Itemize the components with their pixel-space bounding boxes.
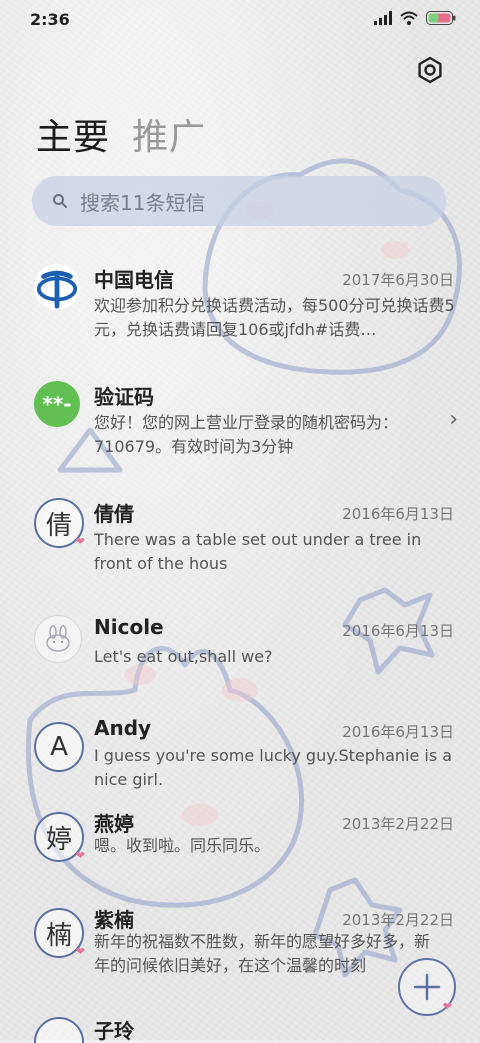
- message-preview: There was a table set out under a tree i…: [94, 530, 422, 573]
- message-date: 2016年6月13日: [342, 622, 454, 640]
- message-date: 2017年6月30日: [342, 271, 454, 289]
- avatar: 婷 ❤: [34, 812, 85, 862]
- avatar-text: A: [50, 732, 68, 762]
- search-bar[interactable]: 搜索11条短信: [32, 176, 446, 226]
- message-preview: 新年的祝福数不胜数，新年的愿望好多好多，新年的问候依旧美好，在这个温馨的时刻: [94, 932, 431, 975]
- avatar-text: 楠: [45, 920, 72, 951]
- message-date: 2013年2月22日: [342, 815, 454, 833]
- tab-promotions[interactable]: 推广: [132, 108, 206, 160]
- avatar: 楠 ❤: [34, 908, 85, 958]
- avatar-text: **-: [42, 392, 72, 416]
- contact-name: 紫楠: [94, 908, 134, 932]
- avatar-text: 倩: [45, 510, 72, 541]
- chevron-right-icon[interactable]: ›: [449, 407, 458, 432]
- compose-button[interactable]: ❤: [398, 958, 456, 1016]
- tab-primary[interactable]: 主要: [36, 108, 110, 160]
- heart-icon: ❤: [75, 849, 85, 862]
- heart-icon: ❤: [442, 1000, 452, 1013]
- avatar-text: 婷: [45, 824, 72, 855]
- wifi-icon: [400, 11, 418, 25]
- conversation-row[interactable]: 婷 ❤ 燕婷 2013年2月22日 嗯。收到啦。同乐同乐。: [0, 812, 480, 908]
- contact-name: 倩倩: [94, 502, 134, 526]
- signal-icon: [374, 11, 392, 25]
- conversation-row[interactable]: 中国电信 2017年6月30日 欢迎参加积分兑换话费活动，每500分可兑换话费5…: [0, 250, 480, 367]
- avatar: 倩 ❤: [34, 498, 85, 548]
- avatar: [34, 1017, 84, 1043]
- search-icon: [53, 194, 67, 208]
- contact-name: 验证码: [94, 385, 154, 409]
- heart-icon: ❤: [75, 945, 85, 958]
- bunny-avatar-icon: [46, 625, 70, 652]
- category-tabs: 主要 推广: [36, 108, 206, 160]
- message-date: 2013年2月22日: [342, 911, 454, 929]
- message-preview: 欢迎参加积分兑换话费活动，每500分可兑换话费5元，兑换话费请回复106或jfd…: [94, 296, 455, 339]
- conversation-row[interactable]: 倩 ❤ 倩倩 2016年6月13日 There was a table set …: [0, 484, 480, 601]
- settings-gear-icon[interactable]: [414, 54, 446, 86]
- avatar: **-: [34, 381, 80, 427]
- plus-icon: [413, 973, 441, 1001]
- message-preview: I guess you're some lucky guy.Stephanie …: [94, 746, 453, 789]
- avatar: [34, 615, 82, 663]
- china-telecom-logo-icon: [34, 264, 80, 310]
- heart-icon: ❤: [75, 535, 85, 548]
- message-preview: Let's eat out,shall we?: [94, 647, 273, 666]
- conversation-row[interactable]: A Andy 2016年6月13日 I guess you're some lu…: [0, 716, 480, 812]
- avatar: A: [34, 722, 84, 772]
- contact-name: 中国电信: [94, 268, 174, 292]
- conversation-row[interactable]: **- 验证码 您好！您的网上营业厅登录的随机密码为：710679。有效时间为3…: [0, 367, 480, 484]
- contact-name: Nicole: [94, 615, 164, 639]
- contact-name: 燕婷: [94, 812, 134, 836]
- message-date: 2016年6月13日: [342, 505, 454, 523]
- conversation-row[interactable]: Nicole 2016年6月13日 Let's eat out,shall we…: [0, 601, 480, 718]
- avatar: [34, 264, 80, 310]
- status-time: 2:36: [30, 10, 70, 29]
- contact-name: 子玲: [94, 1019, 134, 1043]
- status-icons: [374, 11, 456, 25]
- status-bar: 2:36: [0, 0, 480, 40]
- contact-name: Andy: [94, 716, 152, 740]
- conversation-row[interactable]: 子玲: [0, 1013, 480, 1043]
- conversation-list: 中国电信 2017年6月30日 欢迎参加积分兑换话费活动，每500分可兑换话费5…: [0, 250, 480, 1043]
- search-placeholder: 搜索11条短信: [80, 190, 206, 215]
- battery-icon: [426, 11, 456, 25]
- message-date: 2016年6月13日: [342, 723, 454, 741]
- message-preview: 您好！您的网上营业厅登录的随机密码为：710679。有效时间为3分钟: [94, 413, 399, 456]
- message-preview: 嗯。收到啦。同乐同乐。: [94, 836, 271, 855]
